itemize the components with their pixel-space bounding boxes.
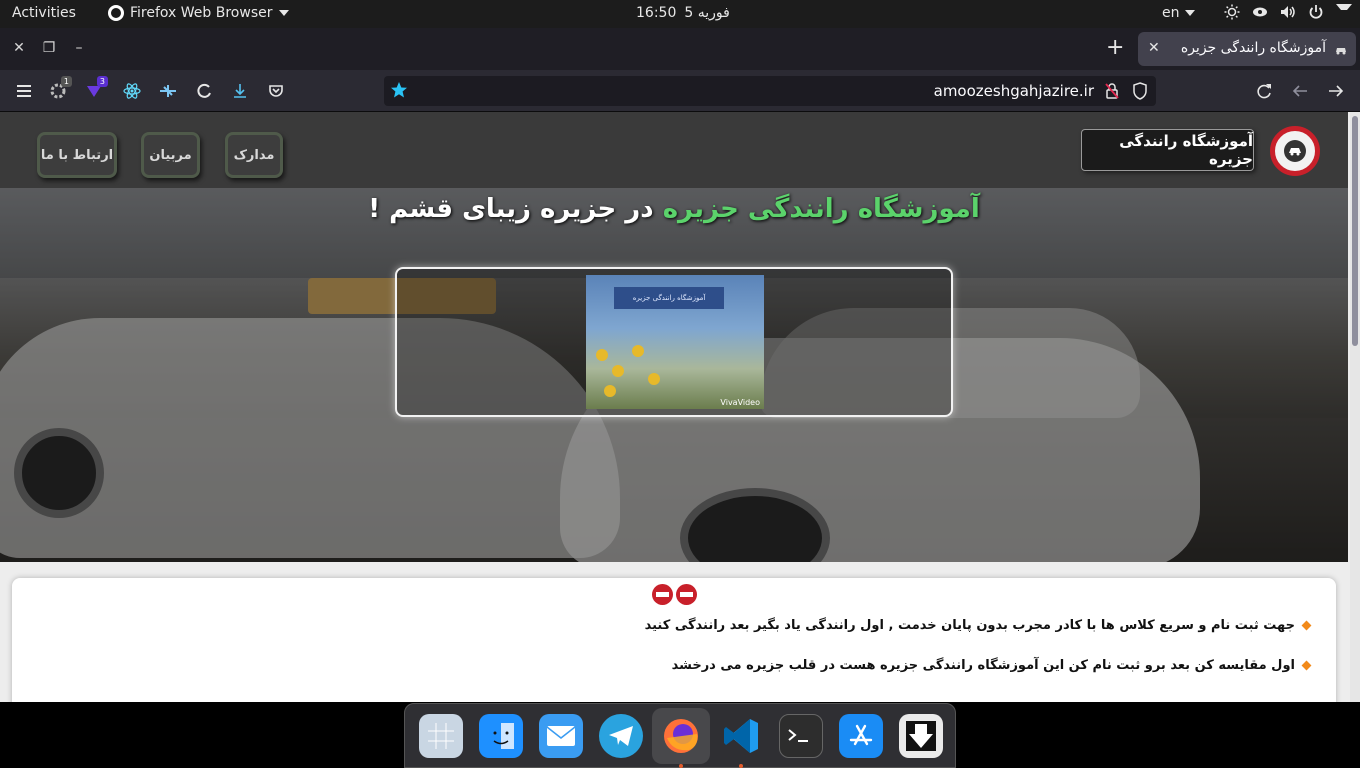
window-restore-icon[interactable]: ❐: [41, 40, 57, 56]
flower-image: [648, 373, 660, 385]
react-devtools-icon[interactable]: [122, 81, 142, 101]
list-item: اول مقایسه کن بعد برو ثبت نام کن این آمو…: [671, 658, 1312, 673]
brightness-icon: [1224, 4, 1240, 20]
running-indicator: [679, 764, 683, 768]
chevron-down-icon: [1184, 10, 1195, 16]
url-bar[interactable]: amoozeshgahjazire.ir: [384, 76, 1156, 106]
hero-section: آموزشگاه رانندگی جزیره در جزیره زیبای قش…: [0, 188, 1348, 562]
running-indicator: [739, 764, 743, 768]
video-player[interactable]: آموزشگاه رانندگی جزیره VivaVideo: [586, 275, 764, 409]
pocket-icon[interactable]: [266, 81, 286, 101]
firefox-icon: [108, 5, 124, 21]
list-item: جهت ثبت نام و سریع کلاس ها با کادر مجرب …: [644, 618, 1312, 633]
language-selector[interactable]: en: [1162, 5, 1195, 21]
app-menu[interactable]: Firefox Web Browser: [108, 5, 289, 21]
window-minimize-icon[interactable]: –: [71, 40, 87, 56]
hero-title-highlight: آموزشگاه رانندگی جزیره: [662, 194, 980, 224]
extension-refresh-icon[interactable]: [194, 81, 214, 101]
clock-date: فوریه 5: [684, 5, 730, 21]
flower-image: [604, 385, 616, 397]
extension-purple-icon[interactable]: 3: [84, 76, 108, 101]
badge: 1: [60, 76, 72, 87]
finder-icon[interactable]: [479, 714, 523, 758]
chevron-down-icon: [278, 10, 289, 16]
download-icon[interactable]: [899, 714, 943, 758]
extension-plane-icon[interactable]: [158, 81, 178, 101]
tab-title: آموزشگاه رانندگی جزیره: [1180, 40, 1326, 56]
system-top-bar: Activities Firefox Web Browser 16:50 فور…: [0, 0, 1360, 28]
flower-image: [632, 345, 644, 357]
menu-icon[interactable]: [14, 81, 34, 101]
page-scrollbar[interactable]: [1350, 112, 1360, 702]
app-name: Firefox Web Browser: [130, 5, 273, 21]
tracking-shield-icon[interactable]: [1132, 82, 1148, 104]
clock-time: 16:50: [636, 5, 677, 21]
firefox-icon[interactable]: [652, 708, 710, 764]
flower-image: [596, 349, 608, 361]
tab-strip: ✕ ❐ – + ✕ آموزشگاه رانندگی جزیره: [0, 28, 1360, 70]
language-label: en: [1162, 5, 1180, 21]
chevron-down-icon: [1336, 4, 1352, 20]
hero-title: آموزشگاه رانندگی جزیره در جزیره زیبای قش…: [0, 194, 1348, 224]
terminal-icon[interactable]: [779, 714, 823, 758]
web-page: آموزشگاه رانندگی جزیره مدارک مربیان ارتب…: [0, 112, 1360, 702]
info-card: جهت ثبت نام و سریع کلاس ها با کادر مجرب …: [12, 578, 1336, 702]
car-icon: [1284, 140, 1306, 162]
nav-instructors-button[interactable]: مربیان: [141, 132, 200, 178]
video-frame: آموزشگاه رانندگی جزیره VivaVideo: [395, 267, 953, 417]
diamond-bullet-icon: [1301, 660, 1312, 671]
site-name[interactable]: آموزشگاه رانندگی جزیره: [1081, 129, 1254, 171]
back-arrow-icon[interactable]: [1290, 81, 1310, 101]
extension-gear-icon[interactable]: 1: [48, 76, 72, 101]
telegram-icon[interactable]: [599, 714, 643, 758]
system-tray[interactable]: [1224, 4, 1352, 20]
privacy-eye-icon: [1252, 4, 1268, 20]
video-banner: آموزشگاه رانندگی جزیره: [614, 287, 724, 309]
navigation-toolbar: 1 3 amoozeshgahjazire.ir: [0, 70, 1360, 112]
downloads-icon[interactable]: [230, 81, 250, 101]
power-icon: [1308, 4, 1324, 20]
clock[interactable]: 16:50 فوریه 5: [636, 5, 730, 21]
mail-icon[interactable]: [539, 714, 583, 758]
insecure-lock-icon[interactable]: [1104, 82, 1120, 104]
forward-arrow-icon[interactable]: [1326, 81, 1346, 101]
window-close-icon[interactable]: ✕: [11, 40, 27, 56]
bookmark-star-icon[interactable]: [390, 81, 408, 103]
nav-contact-button[interactable]: ارتباط با ما: [37, 132, 117, 178]
site-header: آموزشگاه رانندگی جزیره مدارک مربیان ارتب…: [0, 112, 1348, 188]
vscode-icon[interactable]: [719, 714, 763, 758]
volume-icon: [1280, 4, 1296, 20]
list-item-text: جهت ثبت نام و سریع کلاس ها با کادر مجرب …: [644, 618, 1295, 633]
diamond-bullet-icon: [1301, 620, 1312, 631]
nav-documents-button[interactable]: مدارک: [225, 132, 283, 178]
site-logo[interactable]: [1270, 126, 1320, 176]
no-entry-icon: [676, 584, 697, 605]
reload-icon[interactable]: [1254, 81, 1274, 101]
video-watermark: VivaVideo: [720, 398, 760, 407]
app-store-icon[interactable]: [839, 714, 883, 758]
no-entry-icon: [652, 584, 673, 605]
tab-active[interactable]: ✕ آموزشگاه رانندگی جزیره: [1138, 32, 1356, 66]
grid-apps-icon[interactable]: [419, 714, 463, 758]
badge: 3: [96, 76, 108, 87]
new-tab-button[interactable]: +: [1106, 36, 1124, 60]
dock: [404, 703, 956, 768]
car-favicon-icon: [1334, 42, 1348, 56]
scrollbar-thumb[interactable]: [1352, 116, 1358, 346]
list-item-text: اول مقایسه کن بعد برو ثبت نام کن این آمو…: [671, 658, 1295, 673]
hero-title-rest: در جزیره زیبای قشم !: [368, 194, 654, 224]
tab-close-icon[interactable]: ✕: [1148, 40, 1160, 56]
url-text: amoozeshgahjazire.ir: [933, 82, 1094, 100]
activities-button[interactable]: Activities: [12, 5, 76, 21]
flower-image: [612, 365, 624, 377]
